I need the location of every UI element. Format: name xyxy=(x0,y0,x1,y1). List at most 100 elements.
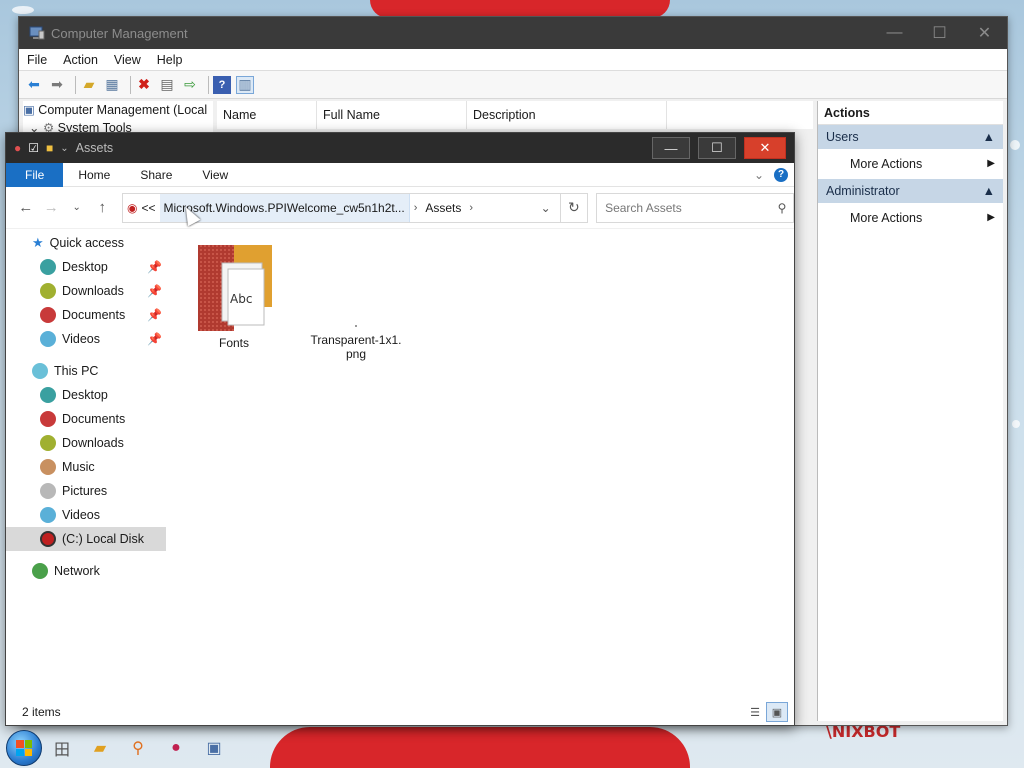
nav-quick-desktop[interactable]: Desktop 📌 xyxy=(6,255,166,279)
start-button[interactable] xyxy=(6,730,42,766)
tab-view[interactable]: View xyxy=(187,163,243,187)
navigation-bar: ← → ⌄ ↑ ◉ << Microsoft.Windows.PPIWelcom… xyxy=(6,187,795,229)
computer-management-icon: ▣ xyxy=(23,103,35,117)
app-task-icon[interactable]: ● xyxy=(158,730,194,766)
actions-group-administrator[interactable]: Administrator ▲ xyxy=(818,179,1003,203)
nav-pc-videos[interactable]: Videos xyxy=(6,503,166,527)
pin-icon[interactable]: 📌 xyxy=(147,284,162,298)
more-actions-label: More Actions xyxy=(850,211,923,225)
cm-toolbar: ⬅ ➡ ▰ ▦ ✖ ▤ ⇨ ? ▥ xyxy=(19,71,1007,99)
tab-file[interactable]: File xyxy=(6,162,64,187)
nav-quick-access[interactable]: ★ Quick access xyxy=(6,231,166,255)
forward-button[interactable]: → xyxy=(40,196,64,220)
nav-label: (C:) Local Disk xyxy=(62,532,144,546)
nav-pc-downloads[interactable]: Downloads xyxy=(6,431,166,455)
fe-minimize-button[interactable]: — xyxy=(652,137,690,159)
details-view-icon[interactable]: ☰ xyxy=(744,702,766,722)
tree-item-computer-management[interactable]: ▣ Computer Management (Local xyxy=(23,101,213,119)
column-header-description[interactable]: Description xyxy=(467,101,667,129)
nav-quick-videos[interactable]: Videos 📌 xyxy=(6,327,166,351)
nav-pc-music[interactable]: Music xyxy=(6,455,166,479)
export-list-icon[interactable]: ⇨ xyxy=(181,76,199,94)
nav-label: Desktop xyxy=(62,260,108,274)
cm-close-button[interactable]: ✕ xyxy=(962,17,1007,49)
nav-quick-documents[interactable]: Documents 📌 xyxy=(6,303,166,327)
cm-maximize-button[interactable]: ☐ xyxy=(917,17,962,49)
show-action-pane-icon[interactable]: ▥ xyxy=(236,75,254,94)
address-overflow[interactable]: << xyxy=(137,194,159,222)
disk-icon[interactable]: ● xyxy=(14,141,21,155)
up-folder-icon[interactable]: ▰ xyxy=(80,76,98,94)
up-button[interactable]: ↑ xyxy=(91,196,115,220)
nav-label: Downloads xyxy=(62,436,124,450)
recent-locations-chevron-icon[interactable]: ⌄ xyxy=(65,196,89,220)
desktop-icon xyxy=(40,259,56,275)
customize-chevron-icon[interactable]: ⌄ xyxy=(60,143,68,154)
search-input[interactable]: Search Assets xyxy=(605,201,771,215)
more-actions-administrator[interactable]: More Actions ▶ xyxy=(818,203,1003,233)
column-header-full-name[interactable]: Full Name xyxy=(317,101,467,129)
view-buttons: ☰ ▣ xyxy=(744,702,788,722)
nav-quick-downloads[interactable]: Downloads 📌 xyxy=(6,279,166,303)
large-icons-view-icon[interactable]: ▣ xyxy=(766,702,788,722)
nav-this-pc[interactable]: This PC xyxy=(6,359,166,383)
file-explorer-window[interactable]: ● ☑ ■ ⌄ Assets — ☐ ✕ File Home Share Vie… xyxy=(5,132,795,726)
menu-help[interactable]: Help xyxy=(157,53,183,67)
chevron-right-icon[interactable]: › xyxy=(410,202,422,214)
properties-check-icon[interactable]: ☑ xyxy=(28,141,39,155)
address-segment-assets[interactable]: Assets xyxy=(421,194,465,222)
menu-view[interactable]: View xyxy=(114,53,141,67)
fe-close-button[interactable]: ✕ xyxy=(744,137,786,159)
tab-home[interactable]: Home xyxy=(63,163,125,187)
collapse-up-icon[interactable]: ▲ xyxy=(983,179,995,203)
cm-minimize-button[interactable]: — xyxy=(872,17,917,49)
network-icon xyxy=(32,563,48,579)
search-box[interactable]: Search Assets ⚲ xyxy=(596,192,795,223)
more-actions-users[interactable]: More Actions ▶ xyxy=(818,149,1003,179)
cm-list-header: Name Full Name Description xyxy=(217,101,813,129)
file-label: Fonts xyxy=(218,336,249,350)
file-item-transparent[interactable]: Transparent-1x1. png xyxy=(306,241,406,361)
nav-pc-local-disk[interactable]: (C:) Local Disk xyxy=(6,527,166,551)
nav-network[interactable]: Network xyxy=(6,559,166,583)
svg-text:Abc: Abc xyxy=(230,292,252,306)
address-dropdown-icon[interactable]: ⌄ xyxy=(532,201,560,215)
chevron-right-icon[interactable]: › xyxy=(465,202,477,214)
nav-pc-desktop[interactable]: Desktop xyxy=(6,383,166,407)
pin-icon[interactable]: 📌 xyxy=(147,260,162,274)
videos-icon xyxy=(40,331,56,347)
file-item-fonts[interactable]: Abc Fonts xyxy=(184,241,284,350)
help-icon[interactable]: ? xyxy=(774,167,788,182)
search-task-icon[interactable]: ⚲ xyxy=(120,730,156,766)
file-explorer-task-icon[interactable]: ▰ xyxy=(82,730,118,766)
delete-icon[interactable]: ✖ xyxy=(135,76,153,94)
properties-icon[interactable]: ▤ xyxy=(158,76,176,94)
this-pc-icon xyxy=(32,363,48,379)
back-arrow-icon[interactable]: ⬅ xyxy=(25,76,43,94)
collapse-up-icon[interactable]: ▲ xyxy=(983,125,995,149)
menu-action[interactable]: Action xyxy=(63,53,98,67)
forward-arrow-icon[interactable]: ➡ xyxy=(48,76,66,94)
nav-pc-pictures[interactable]: Pictures xyxy=(6,479,166,503)
fe-maximize-button[interactable]: ☐ xyxy=(698,137,736,159)
column-header-name[interactable]: Name xyxy=(217,101,317,129)
pin-icon[interactable]: 📌 xyxy=(147,332,162,346)
pin-icon[interactable]: 📌 xyxy=(147,308,162,322)
nav-pc-documents[interactable]: Documents xyxy=(6,407,166,431)
refresh-button[interactable]: ↻ xyxy=(560,192,589,223)
menu-file[interactable]: File xyxy=(27,53,47,67)
cm-titlebar[interactable]: Computer Management — ☐ ✕ xyxy=(19,17,1007,49)
fonts-task-icon[interactable]: 田 xyxy=(44,730,80,766)
fe-titlebar[interactable]: ● ☑ ■ ⌄ Assets — ☐ ✕ xyxy=(6,133,794,163)
nav-label: Music xyxy=(62,460,95,474)
tab-share[interactable]: Share xyxy=(125,163,187,187)
computer-management-task-icon[interactable]: ▣ xyxy=(196,730,232,766)
fe-title: Assets xyxy=(75,141,114,155)
taskbar: 田 ▰ ⚲ ● ▣ xyxy=(0,728,1024,768)
show-hide-tree-icon[interactable]: ▦ xyxy=(103,76,121,94)
back-button[interactable]: ← xyxy=(14,196,38,220)
expand-ribbon-icon[interactable]: ⌄ xyxy=(754,168,764,182)
help-icon[interactable]: ? xyxy=(213,75,231,94)
actions-group-users[interactable]: Users ▲ xyxy=(818,125,1003,149)
new-folder-icon[interactable]: ■ xyxy=(46,141,53,155)
